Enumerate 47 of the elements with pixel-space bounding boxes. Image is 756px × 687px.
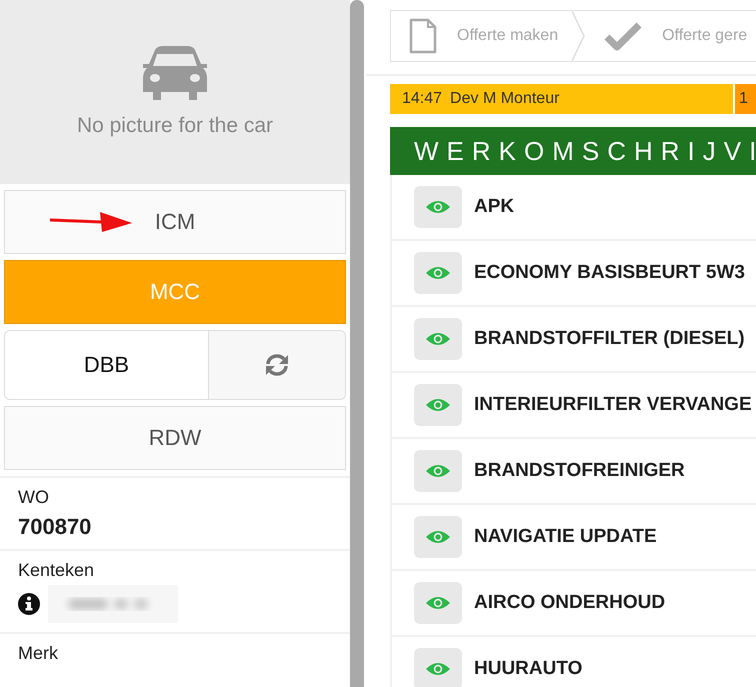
view-button[interactable] [414, 252, 462, 294]
view-button[interactable] [414, 186, 462, 228]
document-icon [409, 18, 437, 54]
eye-icon [426, 464, 450, 478]
source-button[interactable]: DBB [5, 331, 209, 399]
source-button[interactable]: ICM [4, 190, 346, 254]
work-item-title: ECONOMY BASISBEURT 5W3 [474, 262, 745, 284]
step-label: Offerte maken [457, 27, 558, 45]
work-item-title: INTERIEURFILTER VERVANGE [474, 394, 752, 416]
eye-icon [426, 332, 450, 346]
field-label: Kenteken [18, 560, 96, 581]
work-item-title: HUURAUTO [474, 658, 582, 680]
work-item-title: APK [474, 196, 514, 218]
work-item-title: BRANDSTOFFILTER (DIESEL) [474, 328, 745, 350]
view-button[interactable] [414, 384, 462, 426]
view-button[interactable] [414, 582, 462, 624]
checkmark-icon [604, 21, 642, 51]
work-item-title: NAVIGATIE UPDATE [474, 526, 657, 548]
field-label: WO [18, 487, 50, 508]
eye-icon [426, 596, 450, 610]
eye-icon [426, 662, 450, 676]
view-button[interactable] [414, 318, 462, 360]
mechanic-name: Dev M Monteur [450, 90, 560, 108]
field-label: Merk [18, 643, 59, 664]
planning-time: 14:47 [402, 90, 442, 108]
scrollbar[interactable] [350, 0, 364, 687]
eye-icon [426, 530, 450, 544]
info-icon[interactable] [18, 593, 40, 615]
car-icon [141, 46, 209, 100]
refresh-button[interactable] [209, 331, 345, 399]
view-button[interactable] [414, 450, 462, 492]
eye-icon [426, 398, 450, 412]
work-item-title: AIRCO ONDERHOUD [474, 592, 666, 614]
view-button[interactable] [414, 648, 462, 687]
planning-time: 1 [739, 90, 748, 108]
section-header: WERKOMSCHRIJVI [390, 127, 756, 175]
no-picture-caption: No picture for the car [76, 114, 274, 138]
planning-block[interactable]: 1 [735, 84, 756, 114]
refresh-icon [265, 354, 289, 376]
view-button[interactable] [414, 516, 462, 558]
eye-icon [426, 200, 450, 214]
eye-icon [426, 266, 450, 280]
planning-block[interactable]: 14:47 Dev M Monteur [390, 84, 733, 114]
field-value: 700870 [18, 514, 92, 540]
work-item-title: BRANDSTOFREINIGER [474, 460, 685, 482]
source-button[interactable]: RDW [4, 406, 346, 470]
step-label: Offerte gere [662, 27, 748, 45]
